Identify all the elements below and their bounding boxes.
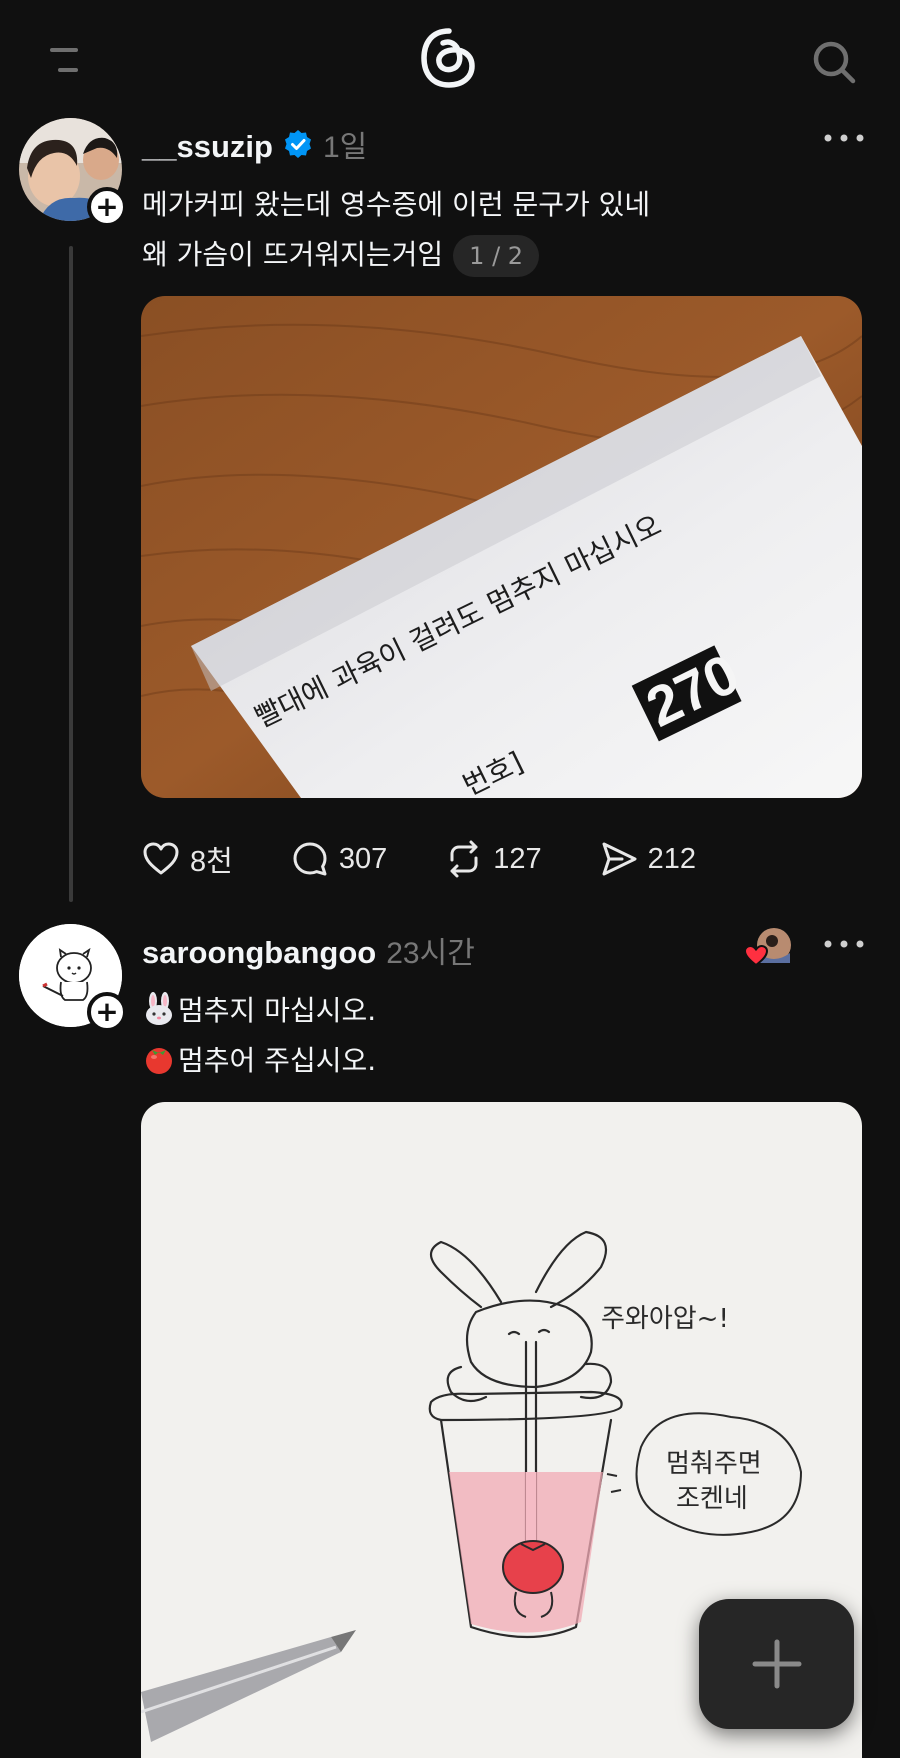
drawing-speech-2-line1: 멈춰주면 <box>666 1449 762 1479</box>
tomato-emoji <box>146 1048 172 1074</box>
liked-by-avatar <box>743 928 791 967</box>
drawing-speech-2-line2: 조켄네 <box>676 1484 748 1514</box>
post-body: 멈추지 마십시오. 멈추어 주십시오. <box>142 986 376 1086</box>
post-text-line-1: 멈추지 마십시오. <box>142 986 376 1036</box>
follow-button[interactable]: + <box>87 992 127 1032</box>
post-saroongbangoo[interactable]: + saroongbangoo 23시간 멈추지 마십시오. 멈추어 주십시오.… <box>0 0 900 1758</box>
post-header: saroongbangoo 23시간 <box>142 928 475 972</box>
rabbit-face-emoji <box>146 992 172 1025</box>
timestamp: 23시간 <box>386 937 475 970</box>
plus-icon <box>752 1639 801 1689</box>
compose-button[interactable] <box>699 1599 854 1729</box>
drawing-speech-1: 주와아압~! <box>601 1304 729 1334</box>
post-text-line: 멈추지 마십시오. <box>178 994 377 1027</box>
more-icon[interactable] <box>820 934 868 954</box>
post-text-line-2: 멈추어 주십시오. <box>142 1036 376 1086</box>
post-text-line: 멈추어 주십시오. <box>178 1044 377 1077</box>
username[interactable]: saroongbangoo <box>142 935 376 971</box>
